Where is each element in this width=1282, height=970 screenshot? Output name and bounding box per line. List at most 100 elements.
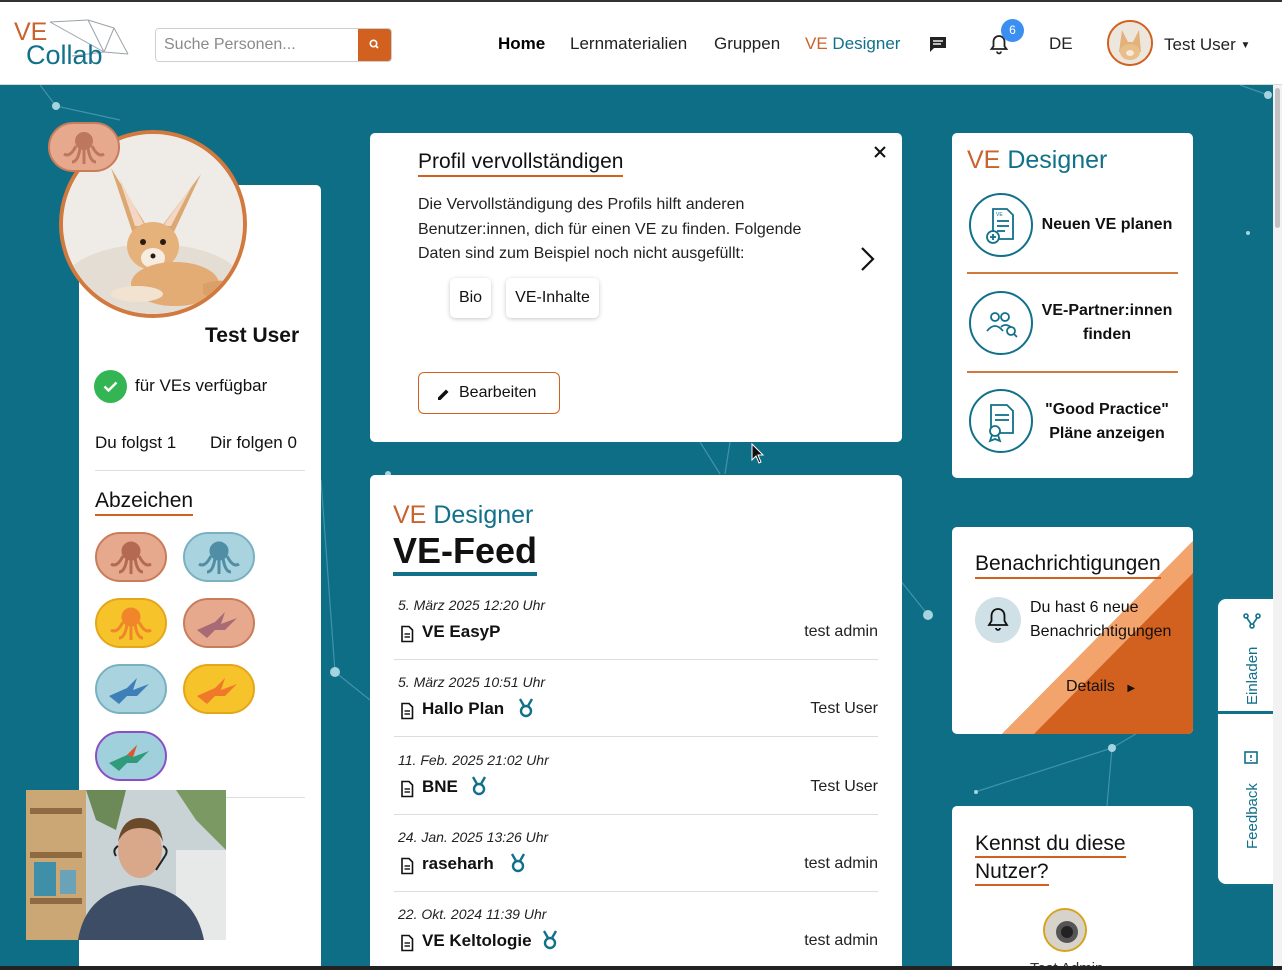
good-practice-icon-button[interactable] xyxy=(969,389,1033,453)
nav-home[interactable]: Home xyxy=(498,34,545,54)
feed-item-title[interactable]: BNE xyxy=(422,777,458,797)
notification-count-badge: 6 xyxy=(1001,19,1024,42)
hummingbird-badge-blue[interactable] xyxy=(95,664,167,714)
feed-subtitle-ve: VE xyxy=(393,501,427,529)
next-slide-button[interactable] xyxy=(856,245,878,278)
caret-right-icon: ▶ xyxy=(1127,683,1136,694)
feedback-icon xyxy=(1244,751,1258,764)
badges-heading: Abzeichen xyxy=(95,489,194,516)
language-switcher[interactable]: DE xyxy=(1049,34,1073,54)
feed-item-title[interactable]: raseharh xyxy=(422,854,494,874)
suggested-user-avatar[interactable] xyxy=(1043,908,1087,952)
feed-subtitle: VE Designer xyxy=(393,501,533,530)
notifications-details-label: Details xyxy=(1066,678,1115,695)
webcam-video-overlay xyxy=(26,790,226,940)
feed-item-divider xyxy=(394,736,878,738)
user-menu-name: Test User xyxy=(1164,35,1236,54)
caret-down-icon: ▼ xyxy=(1240,40,1251,51)
find-partners-link[interactable]: VE-Partner:innen finden xyxy=(1036,299,1178,347)
close-icon xyxy=(874,146,886,158)
feed-item-divider xyxy=(394,890,878,892)
octopus-badge-featured xyxy=(48,122,120,172)
checkmark-icon xyxy=(103,381,118,393)
hummingbird-icon xyxy=(197,678,237,704)
feedback-tab[interactable]: Feedback xyxy=(1216,712,1278,886)
window-bottom-edge xyxy=(0,966,1282,970)
feed-item-author[interactable]: test admin xyxy=(804,855,878,873)
followers-count[interactable]: Dir folgen 0 xyxy=(210,433,297,453)
good-practice-medal-icon xyxy=(541,930,559,955)
share-icon xyxy=(1243,613,1261,629)
find-partners-icon-button[interactable] xyxy=(969,291,1033,355)
search-input[interactable] xyxy=(156,29,360,61)
new-ve-plan-link[interactable]: Neuen VE planen xyxy=(1036,213,1178,237)
notifications-details-link[interactable]: Details ▶ xyxy=(1066,678,1135,696)
people-search-icon xyxy=(986,312,1018,338)
feed-subtitle-designer: Designer xyxy=(433,501,534,529)
octopus-badge-blue[interactable] xyxy=(183,532,255,582)
close-profile-completion-button[interactable] xyxy=(871,143,889,165)
hummingbird-icon xyxy=(109,678,149,704)
feed-item-author[interactable]: Test User xyxy=(810,778,878,796)
document-icon xyxy=(399,625,415,648)
octopus-badge-gold[interactable] xyxy=(95,598,167,648)
search-button[interactable] xyxy=(358,29,391,61)
octopus-badge-bronze[interactable] xyxy=(95,532,167,582)
user-avatar[interactable] xyxy=(1107,20,1153,66)
mouse-cursor-icon xyxy=(751,443,765,464)
feed-item-title[interactable]: VE Keltologie xyxy=(422,931,532,951)
nav-lernmaterialien[interactable]: Lernmaterialien xyxy=(570,34,687,54)
document-icon xyxy=(399,702,415,725)
profile-divider xyxy=(95,470,305,471)
feed-item-date: 5. März 2025 12:20 Uhr xyxy=(398,597,546,613)
webcam-person-image xyxy=(26,790,226,940)
feedback-tab-label: Feedback xyxy=(1244,783,1261,849)
feed-item-title[interactable]: Hallo Plan xyxy=(422,699,504,719)
feed-item-divider xyxy=(394,813,878,815)
feed-item-date: 24. Jan. 2025 13:26 Uhr xyxy=(398,828,549,845)
document-plus-icon: VE xyxy=(986,208,1014,244)
octopus-icon xyxy=(110,541,152,574)
feed-item-divider xyxy=(394,659,878,660)
nav-ve-designer[interactable]: VE Designer xyxy=(805,34,900,54)
document-icon xyxy=(399,934,415,957)
vecollab-logo[interactable]: VE Collab xyxy=(14,16,129,72)
user-menu[interactable]: Test User ▼ xyxy=(1164,35,1250,55)
feed-item-author[interactable]: test admin xyxy=(804,623,878,641)
missing-field-bio: Bio xyxy=(450,278,491,318)
top-navbar: VE Collab Home Lernmaterialien Gruppen V… xyxy=(0,0,1282,85)
feed-item-date: 22. Okt. 2024 11:39 Uhr xyxy=(398,906,547,923)
ve-designer-title: VE Designer xyxy=(967,146,1107,175)
nav-gruppen[interactable]: Gruppen xyxy=(714,34,780,54)
camera-lens-avatar-image xyxy=(1045,910,1085,950)
nav-designer-text: Designer xyxy=(832,34,901,53)
feed-item-author[interactable]: test admin xyxy=(804,932,878,950)
new-ve-plan-icon-button[interactable]: VE xyxy=(969,193,1033,257)
hummingbird-badge-rainbow[interactable] xyxy=(95,731,167,781)
feed-item-title[interactable]: VE EasyP xyxy=(422,622,500,642)
feed-item-author[interactable]: Test User xyxy=(810,700,878,718)
profile-completion-text: Die Vervollständigung des Profils hilft … xyxy=(418,196,802,262)
document-icon xyxy=(399,857,415,880)
invite-tab[interactable]: Einladen xyxy=(1216,597,1278,713)
bell-icon xyxy=(987,608,1009,631)
hummingbird-badge-gold[interactable] xyxy=(183,664,255,714)
nav-ve-text: VE xyxy=(805,34,828,53)
ve-designer-separator xyxy=(967,272,1178,274)
feed-item-date: 5. März 2025 10:51 Uhr xyxy=(398,674,546,691)
edit-profile-button[interactable]: Bearbeiten xyxy=(418,372,560,414)
notifications-title-text: Benachrichtigungen xyxy=(975,552,1161,579)
profile-name: Test User xyxy=(205,324,300,347)
following-count[interactable]: Du folgst 1 xyxy=(95,433,176,453)
good-practice-link[interactable]: "Good Practice" Pläne anzeigen xyxy=(1036,398,1178,446)
notifications-title: Benachrichtigungen xyxy=(975,552,1161,579)
notification-bell-badge xyxy=(975,597,1021,643)
person-search xyxy=(155,28,392,62)
page-scrollbar-thumb[interactable] xyxy=(1275,88,1280,228)
chevron-right-icon xyxy=(861,247,875,271)
messages-button[interactable] xyxy=(928,35,948,59)
hummingbird-badge-bronze[interactable] xyxy=(183,598,255,648)
missing-field-ve-inhalte: VE-Inhalte xyxy=(506,278,599,318)
search-icon xyxy=(369,39,379,49)
badges-heading-text: Abzeichen xyxy=(95,489,194,516)
